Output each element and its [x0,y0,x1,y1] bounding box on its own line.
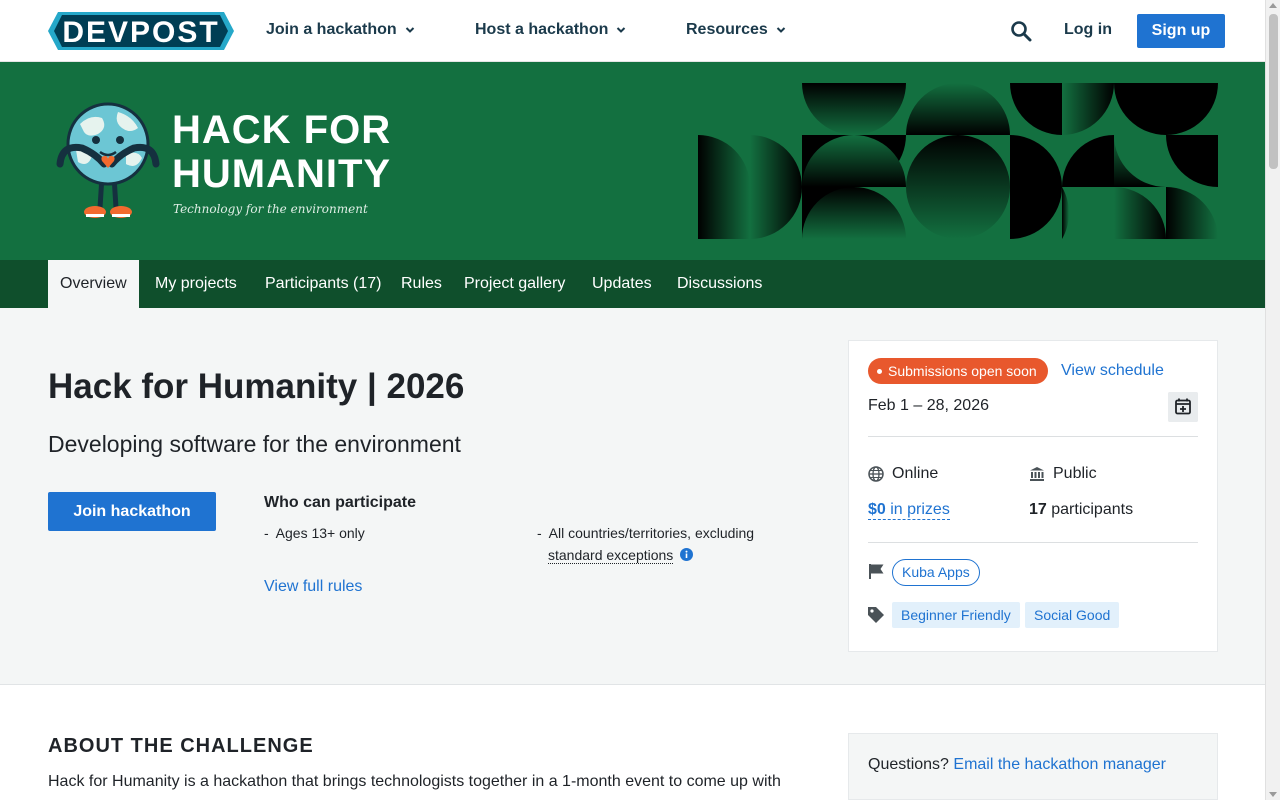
hackathon-tabs: Overview My projects Participants (17) R… [0,260,1265,308]
scroll-up-arrow-icon[interactable] [1269,3,1277,8]
nav-join-label: Join a hackathon [266,21,397,38]
hackathon-tagline: Developing software for the environment [48,431,461,457]
view-full-rules-link[interactable]: View full rules [264,578,362,596]
tab-updates[interactable]: Updates [592,260,652,308]
prizes-link[interactable]: $0 in prizes [868,501,950,520]
devpost-logo[interactable]: DEVPOST [48,12,234,50]
host-tag[interactable]: Kuba Apps [892,559,980,586]
join-hackathon-button[interactable]: Join hackathon [48,492,216,531]
earth-mascot-icon [56,102,160,218]
nav-join-hackathon[interactable]: Join a hackathon [266,21,415,39]
tab-overview[interactable]: Overview [48,260,139,308]
globe-icon [868,466,884,482]
institution-icon [1030,467,1044,481]
questions-label: Questions? [868,756,949,773]
add-to-calendar-icon[interactable] [1168,392,1198,422]
theme-tag[interactable]: Beginner Friendly [892,602,1020,628]
theme-tag[interactable]: Social Good [1025,602,1120,628]
scroll-down-arrow-icon[interactable] [1269,792,1277,797]
eligibility-heading: Who can participate [264,494,417,511]
signup-button[interactable]: Sign up [1137,14,1225,48]
location-online: Online [868,465,938,483]
scrollbar-thumb[interactable] [1269,14,1278,169]
banner-geometric-pattern [698,83,1218,239]
tab-participants[interactable]: Participants (17) [265,260,382,308]
location-label: Online [892,465,939,482]
tab-my-projects[interactable]: My projects [155,260,237,308]
visibility-public: Public [1029,465,1097,483]
view-schedule-link[interactable]: View schedule [1061,362,1164,380]
status-badge: Submissions open soon [868,358,1048,384]
visibility-label: Public [1053,465,1097,482]
logo-text: DEVPOST [62,16,219,49]
banner-title-line2: HUMANITY [172,152,392,196]
participants-count: 17 participants [1029,501,1134,518]
standard-exceptions[interactable]: standard exceptions [548,547,694,564]
hackathon-dates: Feb 1 – 28, 2026 [868,397,989,414]
nav-host-hackathon[interactable]: Host a hackathon [475,21,626,39]
login-link[interactable]: Log in [1064,21,1112,39]
tag-icon [868,607,884,623]
flag-icon [869,564,884,579]
chevron-down-icon [617,27,626,33]
info-icon[interactable] [680,548,694,561]
email-manager-link[interactable]: Email the hackathon manager [953,756,1166,773]
eligibility-countries: - All countries/territories, excluding [537,525,755,541]
nav-resources[interactable]: Resources [686,21,786,39]
chevron-down-icon [776,27,786,33]
questions-text: Questions? Email the hackathon manager [868,756,1166,774]
tab-project-gallery[interactable]: Project gallery [464,260,565,308]
about-text: Hack for Humanity is a hackathon that br… [48,773,781,790]
page-scrollbar[interactable] [1265,0,1280,800]
chevron-down-icon [405,27,414,33]
nav-resources-label: Resources [686,21,768,38]
tab-discussions[interactable]: Discussions [677,260,762,308]
about-heading: ABOUT THE CHALLENGE [48,735,314,757]
card-divider [868,436,1198,437]
eligibility-age: - Ages 13+ only [264,525,365,541]
banner-title-line1: HACK FOR [172,108,392,152]
search-icon[interactable] [1010,20,1032,42]
banner-subtitle: Technology for the environment [173,202,368,216]
card-divider [868,542,1198,543]
page-title: Hack for Humanity | 2026 [48,367,465,406]
standard-exceptions-link[interactable]: standard exceptions [548,547,674,564]
top-navbar: DEVPOST Join a hackathon Host a hackatho… [0,0,1265,62]
tab-rules[interactable]: Rules [401,260,442,308]
banner-title: HACK FOR HUMANITY [172,108,391,196]
nav-host-label: Host a hackathon [475,21,609,38]
